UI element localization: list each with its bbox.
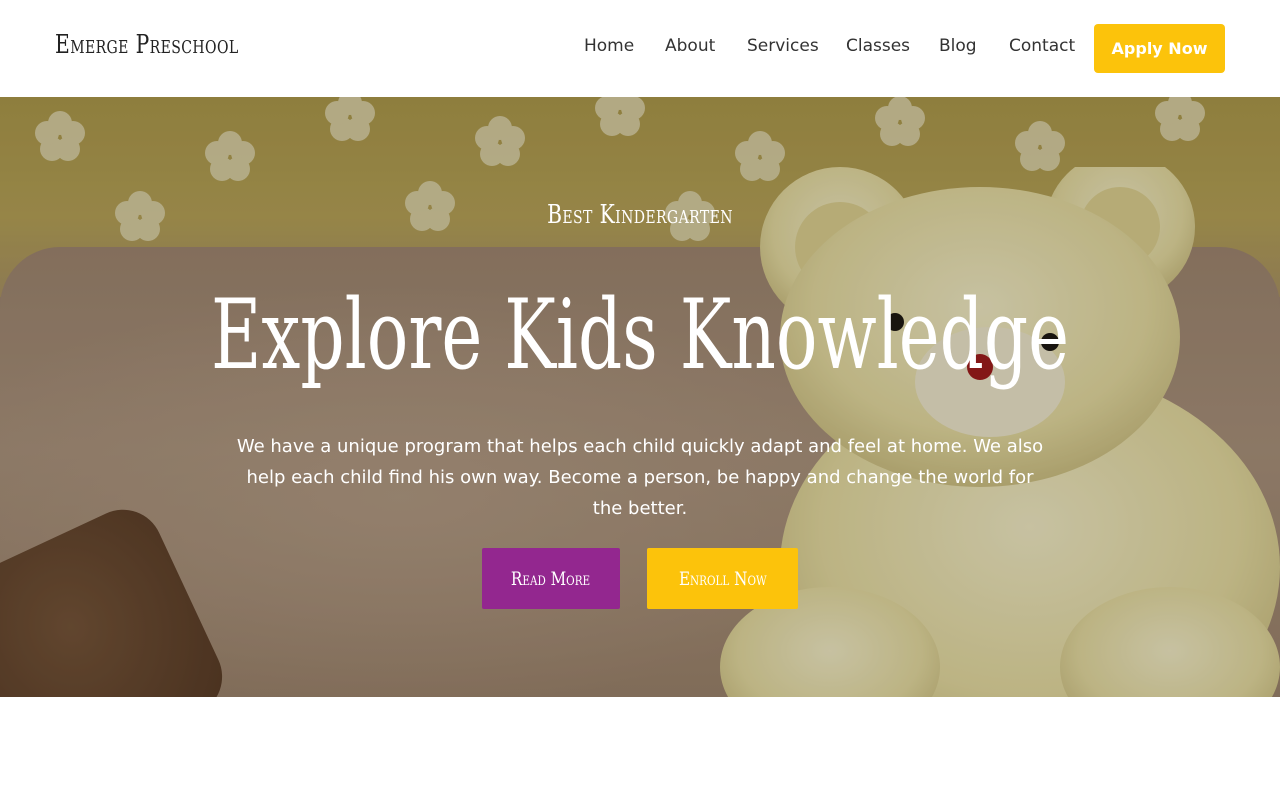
nav-home[interactable]: Home — [584, 36, 634, 56]
enroll-now-button[interactable]: Enroll Now — [647, 548, 798, 609]
nav-about[interactable]: About — [665, 36, 715, 56]
hero-content: Best Kindergarten Explore Kids Knowledge… — [0, 97, 1280, 697]
site-header: Emerge Preschool Home About Services Cla… — [0, 0, 1280, 97]
nav-services[interactable]: Services — [747, 36, 819, 56]
hero-description: We have a unique program that helps each… — [236, 436, 1044, 519]
hero-title: Explore Kids Knowledge — [210, 279, 1070, 391]
nav-contact[interactable]: Contact — [1009, 36, 1075, 56]
enroll-now-label: Enroll Now — [678, 567, 767, 590]
read-more-button[interactable]: Read More — [482, 548, 620, 609]
hero-eyebrow: Best Kindergarten — [547, 200, 733, 230]
hero-section: Best Kindergarten Explore Kids Knowledge… — [0, 97, 1280, 697]
nav-classes[interactable]: Classes — [846, 36, 910, 56]
nav-blog[interactable]: Blog — [939, 36, 977, 56]
main-nav: Home About Services Classes Blog Contact — [0, 0, 1280, 97]
read-more-label: Read More — [511, 567, 591, 590]
apply-now-button[interactable]: Apply Now — [1094, 24, 1225, 73]
